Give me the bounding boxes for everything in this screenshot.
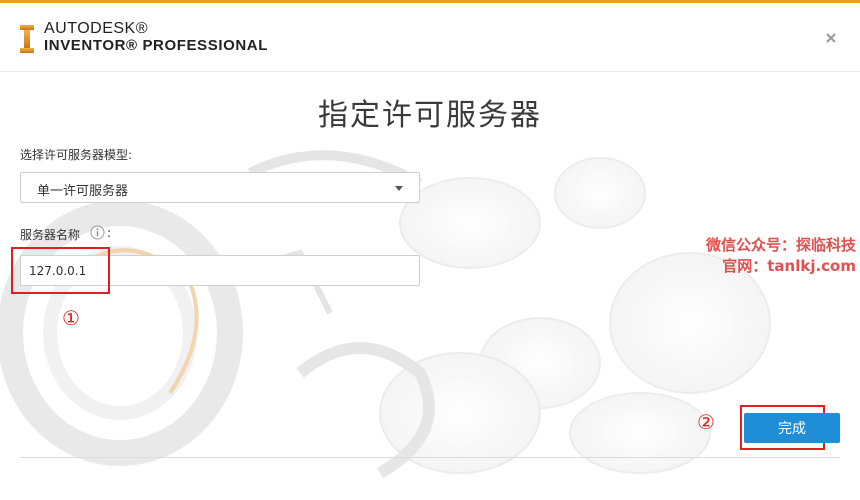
- info-icon[interactable]: [90, 225, 105, 240]
- brand-product-name: INVENTOR® PROFESSIONAL: [44, 37, 268, 54]
- annotation-marker-2: ②: [697, 410, 715, 434]
- watermark-website: 官网：tanlkj.com: [722, 257, 856, 275]
- annotation-marker-1: ①: [62, 306, 80, 330]
- page-title: 指定许可服务器: [318, 98, 542, 133]
- highlight-box-server-name: [11, 247, 110, 294]
- close-icon[interactable]: [824, 31, 838, 45]
- footer-divider: [20, 457, 840, 458]
- watermark-wechat: 微信公众号：探临科技: [705, 236, 856, 254]
- server-model-selected-value: 单一许可服务器: [37, 184, 129, 199]
- background-artwork: [0, 73, 860, 500]
- server-model-label: 选择许可服务器模型:: [20, 148, 133, 162]
- brand-autodesk: AUTODESK®: [44, 20, 149, 37]
- server-model-select[interactable]: 单一许可服务器: [20, 172, 420, 203]
- server-name-label: 服务器名称: [20, 228, 81, 242]
- inventor-logo-icon: [20, 25, 34, 53]
- chevron-down-icon: [395, 186, 403, 191]
- header: AUTODESK® INVENTOR® PROFESSIONAL: [0, 3, 860, 72]
- done-button[interactable]: 完成: [744, 413, 840, 443]
- server-name-colon: :: [107, 226, 112, 240]
